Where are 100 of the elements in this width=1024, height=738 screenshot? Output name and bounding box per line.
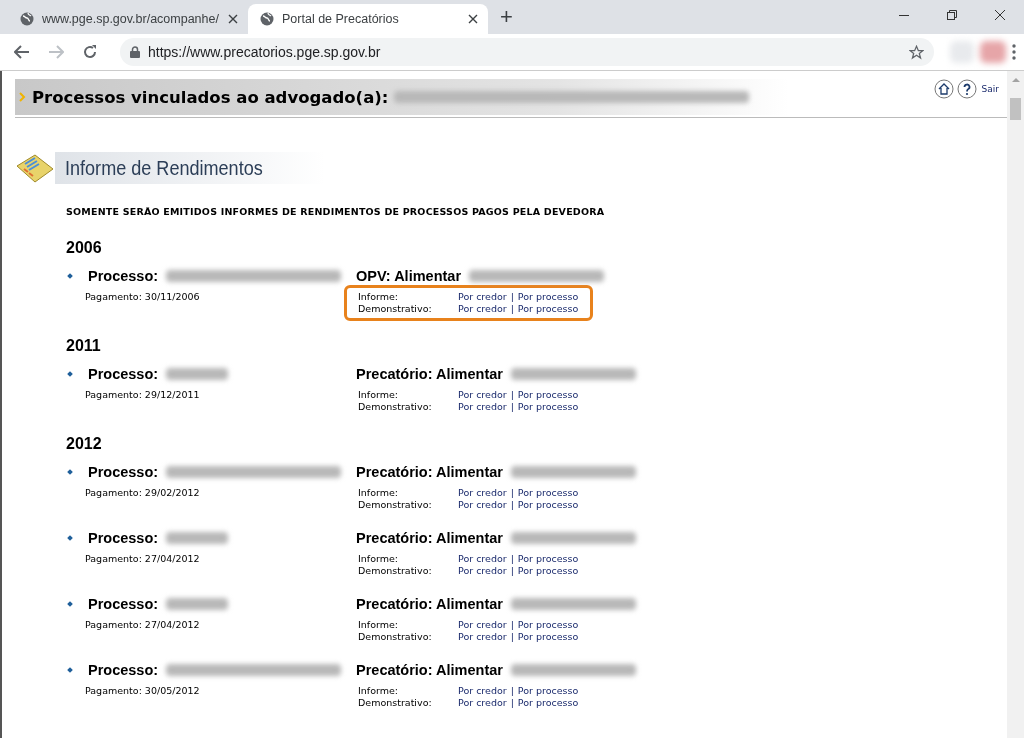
browser-tab[interactable]: Portal de Precatórios [248, 4, 488, 34]
by-process-link[interactable]: Por processo [517, 565, 579, 577]
link-separator: | [510, 401, 514, 413]
link-separator: | [510, 487, 514, 499]
process-type: Precatório: Alimentar [356, 662, 503, 678]
document-label: Informe: [358, 487, 400, 499]
address-bar[interactable]: https://www.precatorios.pge.sp.gov.br [120, 38, 934, 66]
notice-text: SOMENTE SERÃO EMITIDOS INFORMES DE RENDIMENTOS DE PROCESSOS PAGOS PELA DEVEDORA [66, 206, 606, 217]
bullet-icon [67, 667, 73, 673]
by-creditor-link[interactable]: Por credor [458, 619, 507, 631]
minimize-icon[interactable] [899, 14, 909, 16]
help-icon[interactable] [956, 79, 977, 99]
payment-date: Pagamento: 27/04/2012 [84, 619, 201, 630]
globe-icon [260, 12, 274, 26]
new-tab-button[interactable]: + [500, 4, 513, 30]
lock-icon [130, 46, 140, 58]
year-heading: 2011 [66, 337, 102, 355]
payment-date: Pagamento: 29/02/2012 [84, 487, 201, 498]
by-creditor-link[interactable]: Por credor [458, 553, 507, 565]
close-icon[interactable] [468, 14, 478, 24]
process-label: Processo: [88, 268, 159, 284]
payment-date: Pagamento: 30/05/2012 [84, 685, 201, 696]
document-label: Demonstrativo: [358, 499, 433, 511]
by-process-link[interactable]: Por processo [517, 389, 579, 401]
browser-tab[interactable]: www.pge.sp.gov.br/acompanhe/ [8, 4, 248, 34]
by-process-link[interactable]: Por processo [517, 401, 579, 413]
link-separator: | [510, 565, 514, 577]
menu-icon[interactable] [1012, 44, 1016, 60]
year-heading: 2012 [66, 435, 103, 453]
link-separator: | [510, 303, 514, 315]
link-separator: | [510, 291, 514, 303]
document-label: Informe: [358, 389, 400, 401]
by-creditor-link[interactable]: Por credor [458, 499, 507, 511]
document-label: Demonstrativo: [358, 303, 433, 315]
process-type: Precatório: Alimentar [356, 366, 503, 382]
star-icon[interactable] [909, 44, 924, 60]
close-icon[interactable] [995, 10, 1005, 20]
blurred-process-number [166, 532, 229, 544]
document-label: Demonstrativo: [358, 565, 433, 577]
by-process-link[interactable]: Por processo [517, 291, 579, 303]
globe-icon [20, 12, 34, 26]
link-separator: | [510, 619, 514, 631]
restore-icon[interactable] [947, 10, 957, 20]
by-creditor-link[interactable]: Por credor [458, 697, 507, 709]
by-process-link[interactable]: Por processo [517, 697, 579, 709]
by-creditor-link[interactable]: Por credor [458, 685, 507, 697]
by-process-link[interactable]: Por processo [517, 303, 579, 315]
process-label: Processo: [88, 366, 159, 382]
close-icon[interactable] [228, 14, 238, 24]
payment-date: Pagamento: 29/12/2011 [84, 389, 201, 400]
bullet-icon [67, 273, 73, 279]
bullet-icon [67, 601, 73, 607]
by-process-link[interactable]: Por processo [517, 619, 579, 631]
link-separator: | [510, 389, 514, 401]
back-arrow-icon[interactable] [14, 45, 30, 59]
exit-link[interactable]: Sair [981, 84, 999, 94]
process-type: OPV: Alimentar [356, 268, 462, 284]
by-creditor-link[interactable]: Por credor [458, 389, 507, 401]
by-creditor-link[interactable]: Por credor [458, 303, 507, 315]
by-creditor-link[interactable]: Por credor [458, 487, 507, 499]
scroll-thumb[interactable] [1010, 98, 1021, 120]
document-label: Demonstrativo: [358, 631, 433, 643]
by-creditor-link[interactable]: Por credor [458, 565, 507, 577]
by-process-link[interactable]: Por processo [517, 553, 579, 565]
by-creditor-link[interactable]: Por credor [458, 631, 507, 643]
by-creditor-link[interactable]: Por credor [458, 291, 507, 303]
scrollbar[interactable] [1007, 71, 1024, 738]
bullet-icon [67, 371, 73, 377]
section-title: Informe de Rendimentos [65, 156, 263, 180]
bullet-icon [67, 535, 73, 541]
by-process-link[interactable]: Por processo [517, 631, 579, 643]
payment-date: Pagamento: 30/11/2006 [84, 291, 201, 302]
process-label: Processo: [88, 464, 159, 480]
by-process-link[interactable]: Por processo [517, 487, 579, 499]
link-separator: | [510, 685, 514, 697]
link-separator: | [510, 697, 514, 709]
document-label: Informe: [358, 291, 400, 303]
process-label: Processo: [88, 530, 159, 546]
process-type: Precatório: Alimentar [356, 596, 503, 612]
payment-date: Pagamento: 27/04/2012 [84, 553, 201, 564]
blurred-process-number [166, 368, 229, 380]
notepad-icon [15, 152, 55, 184]
bullet-icon [67, 469, 73, 475]
reload-icon[interactable] [82, 44, 98, 60]
by-process-link[interactable]: Por processo [517, 685, 579, 697]
blurred-process-number [166, 598, 229, 610]
by-process-link[interactable]: Por processo [517, 499, 579, 511]
process-type: Precatório: Alimentar [356, 464, 503, 480]
page-title: Processos vinculados ao advogado(a): [32, 87, 389, 107]
document-label: Informe: [358, 685, 400, 697]
document-label: Demonstrativo: [358, 401, 433, 413]
home-icon[interactable] [933, 79, 954, 99]
by-creditor-link[interactable]: Por credor [458, 401, 507, 413]
link-separator: | [510, 553, 514, 565]
year-heading: 2006 [66, 239, 103, 257]
link-separator: | [510, 631, 514, 643]
document-label: Informe: [358, 619, 400, 631]
document-label: Demonstrativo: [358, 697, 433, 709]
process-label: Processo: [88, 596, 159, 612]
process-label: Processo: [88, 662, 159, 678]
